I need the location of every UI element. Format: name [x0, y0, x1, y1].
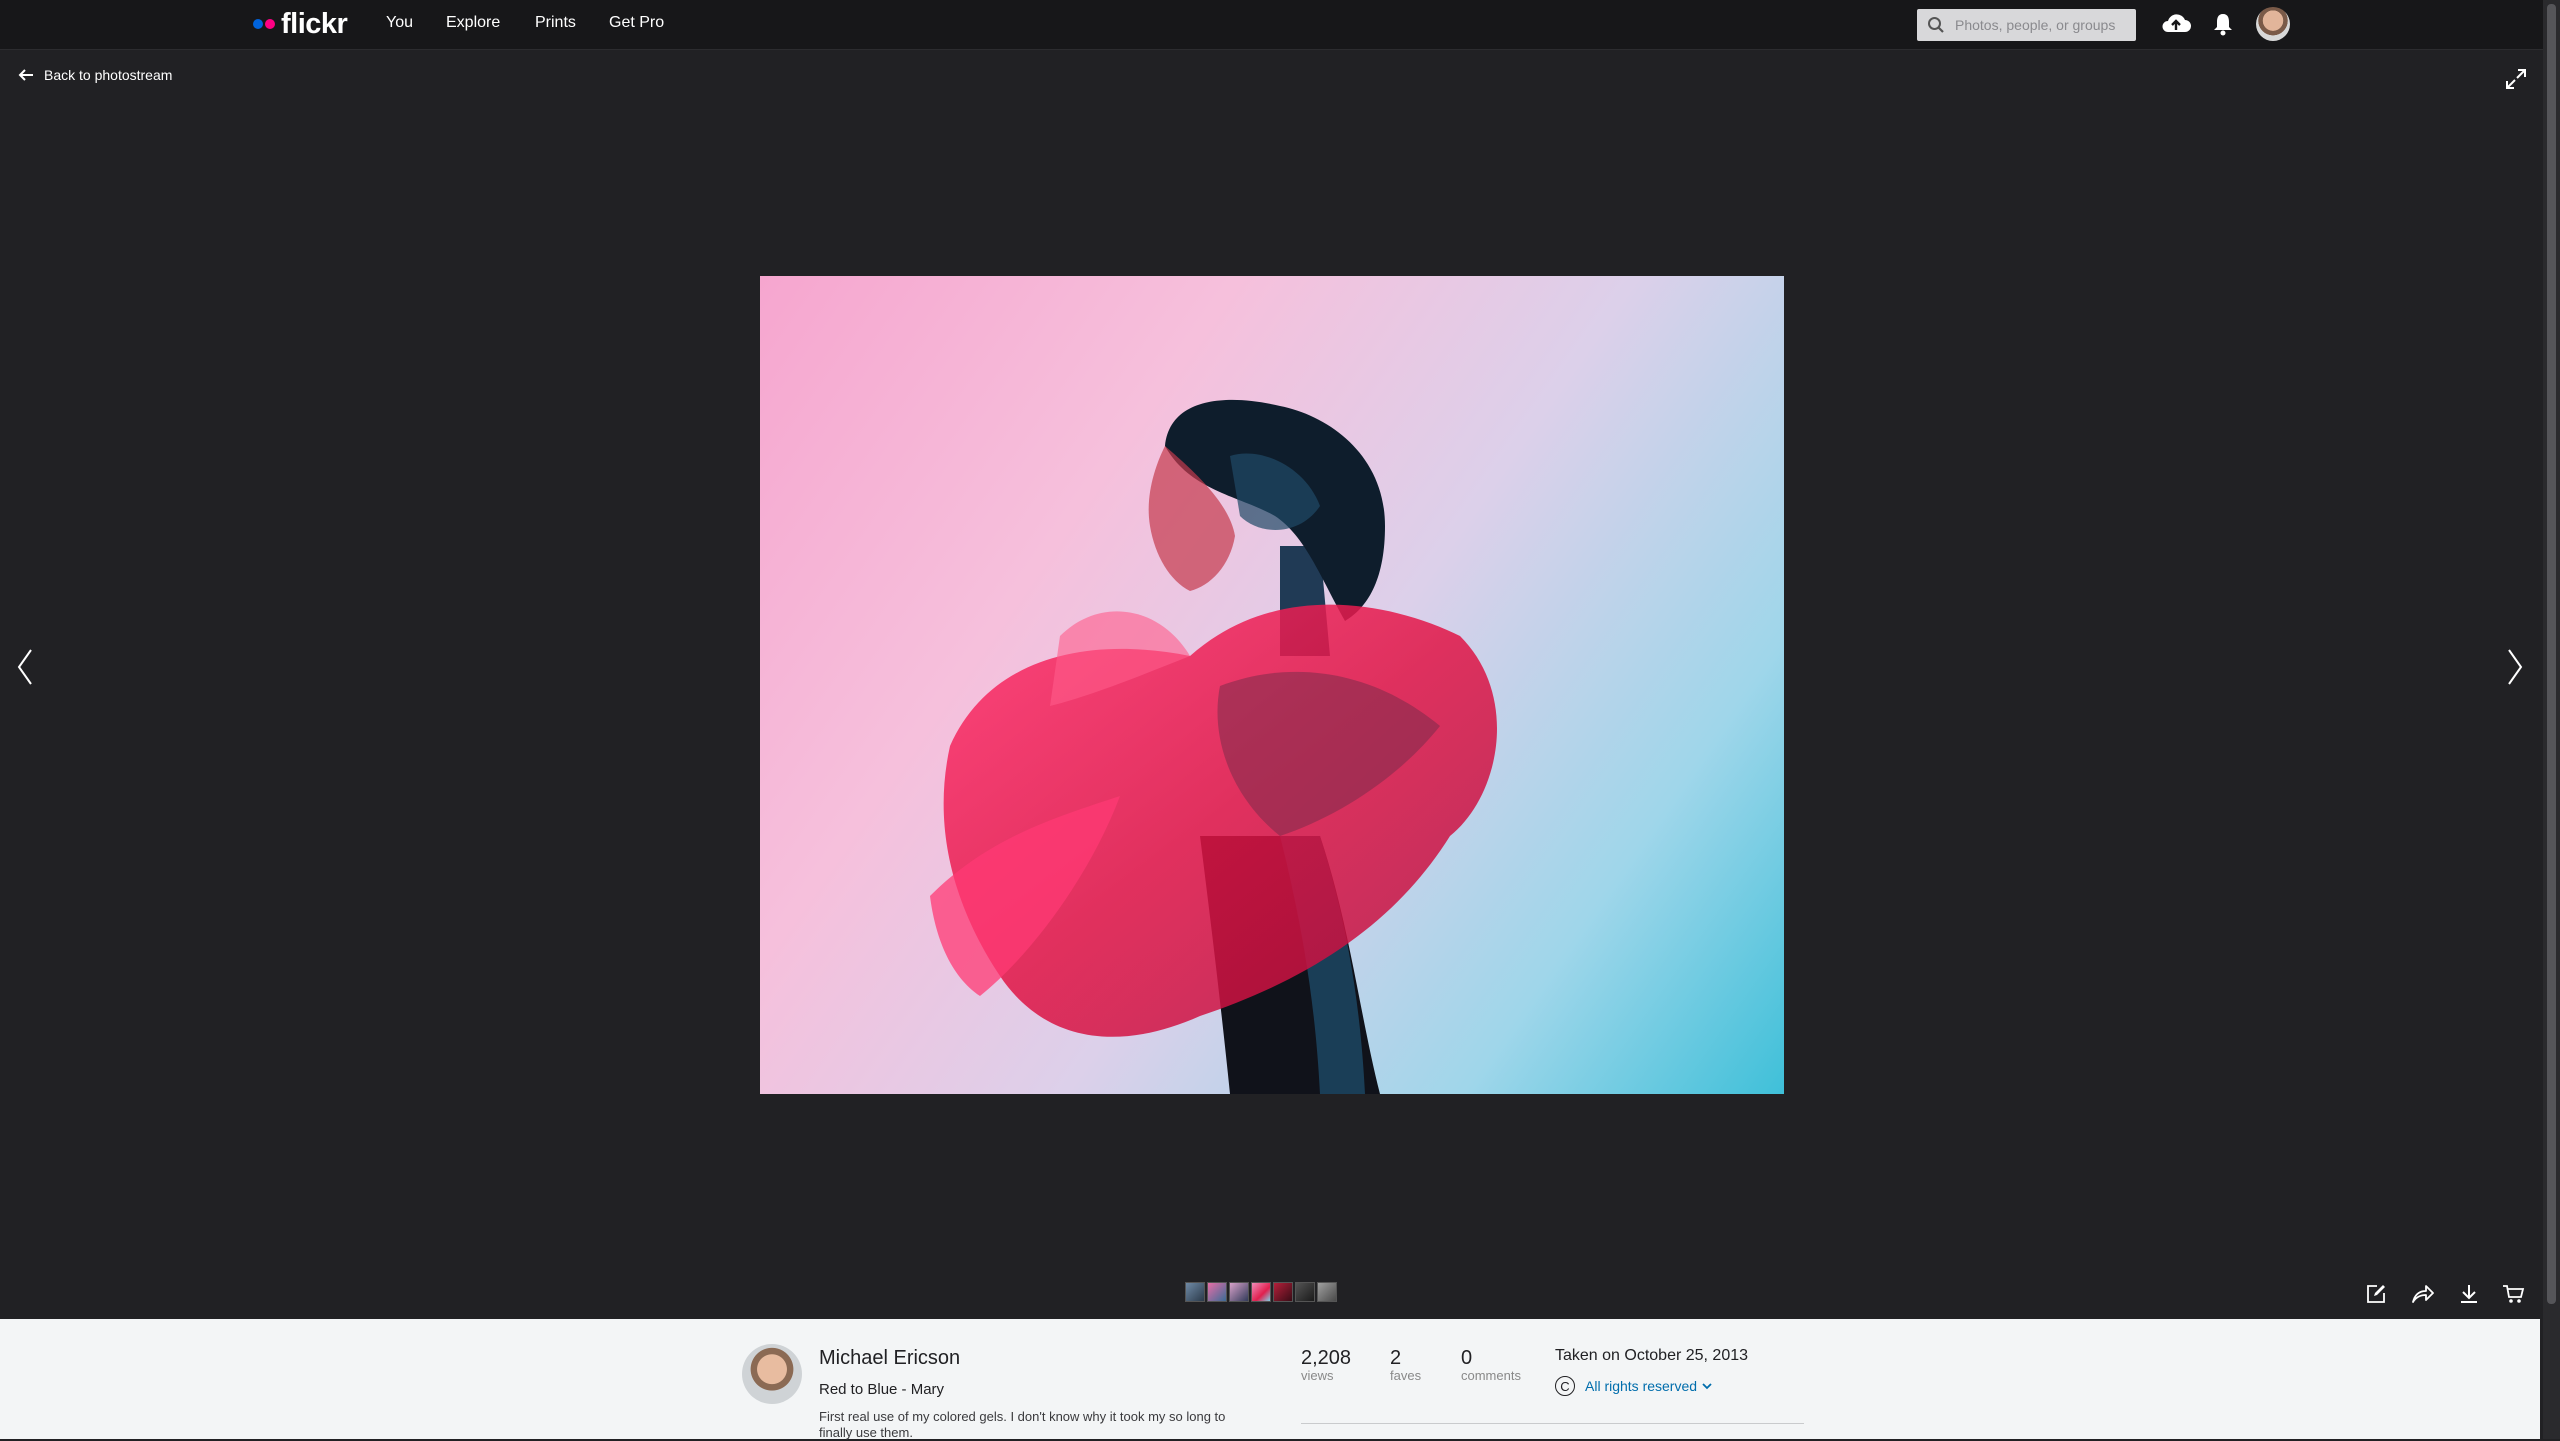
share-icon[interactable]	[2411, 1283, 2435, 1305]
faves-count: 2	[1390, 1347, 1402, 1369]
chevron-down-icon	[1702, 1383, 1712, 1390]
photo-description: First real use of my colored gels. I don…	[819, 1409, 1226, 1440]
scrollbar-thumb[interactable]	[2547, 4, 2556, 1304]
owner-name[interactable]: Michael Ericson	[819, 1347, 960, 1370]
comments-count: 0	[1461, 1347, 1473, 1369]
edit-icon[interactable]	[2365, 1283, 2387, 1305]
download-icon[interactable]	[2458, 1283, 2480, 1305]
expand-icon[interactable]	[2505, 68, 2527, 90]
main-photo[interactable]	[760, 276, 1784, 1094]
page-scrollbar[interactable]	[2543, 0, 2560, 1439]
photo-image	[930, 399, 1498, 1094]
filmstrip-thumbnail[interactable]	[1207, 1282, 1227, 1302]
chevron-left-icon[interactable]	[16, 648, 34, 686]
nav-explore[interactable]: Explore	[446, 14, 500, 32]
logo-pink-dot	[265, 19, 275, 29]
logo-text: flickr	[281, 7, 348, 40]
search-box[interactable]	[1917, 9, 2136, 41]
user-avatar[interactable]	[2256, 7, 2290, 41]
owner-avatar[interactable]	[742, 1344, 802, 1404]
nav-prints[interactable]: Prints	[535, 14, 576, 32]
nav-you[interactable]: You	[386, 14, 413, 32]
views-count: 2,208	[1301, 1347, 1352, 1369]
views-label: views	[1301, 1368, 1334, 1383]
faves-label: faves	[1390, 1368, 1422, 1383]
upload-cloud-icon[interactable]	[2160, 10, 2192, 38]
filmstrip	[1185, 1282, 1337, 1302]
chevron-right-icon[interactable]	[2506, 648, 2524, 686]
back-to-photostream-link[interactable]: Back to photostream	[18, 67, 172, 83]
filmstrip-thumbnail[interactable]	[1229, 1282, 1249, 1302]
filmstrip-thumbnail[interactable]	[1273, 1282, 1293, 1302]
arrow-left-icon	[18, 69, 33, 81]
filmstrip-thumbnail[interactable]	[1317, 1282, 1337, 1302]
top-navigation-bar: flickr You Explore Prints Get Pro	[0, 0, 2560, 50]
nav-get-pro[interactable]: Get Pro	[609, 14, 664, 32]
photo-info-panel	[0, 1319, 2540, 1439]
comments-label: comments	[1461, 1368, 1521, 1383]
stat-comments: 0 comments	[1461, 1347, 1521, 1383]
logo-blue-dot	[253, 19, 263, 29]
filmstrip-thumbnail[interactable]	[1295, 1282, 1315, 1302]
search-icon	[1928, 17, 1944, 33]
filmstrip-thumbnail-active[interactable]	[1251, 1282, 1271, 1302]
flickr-logo[interactable]: flickr	[253, 7, 348, 40]
stat-views: 2,208 views	[1301, 1347, 1351, 1383]
back-label: Back to photostream	[44, 67, 173, 83]
search-input[interactable]	[1953, 16, 2127, 34]
license-selector[interactable]: C All rights reserved	[1555, 1376, 1712, 1396]
filmstrip-thumbnail[interactable]	[1185, 1282, 1205, 1302]
license-label: All rights reserved	[1585, 1378, 1698, 1394]
cart-icon[interactable]	[2502, 1283, 2526, 1305]
info-divider	[1301, 1423, 1804, 1424]
copyright-icon: C	[1555, 1376, 1575, 1396]
taken-date[interactable]: Taken on October 25, 2013	[1555, 1347, 1748, 1365]
stat-faves[interactable]: 2 faves	[1390, 1347, 1421, 1383]
bell-icon[interactable]	[2212, 12, 2234, 36]
photo-title: Red to Blue - Mary	[819, 1381, 945, 1398]
